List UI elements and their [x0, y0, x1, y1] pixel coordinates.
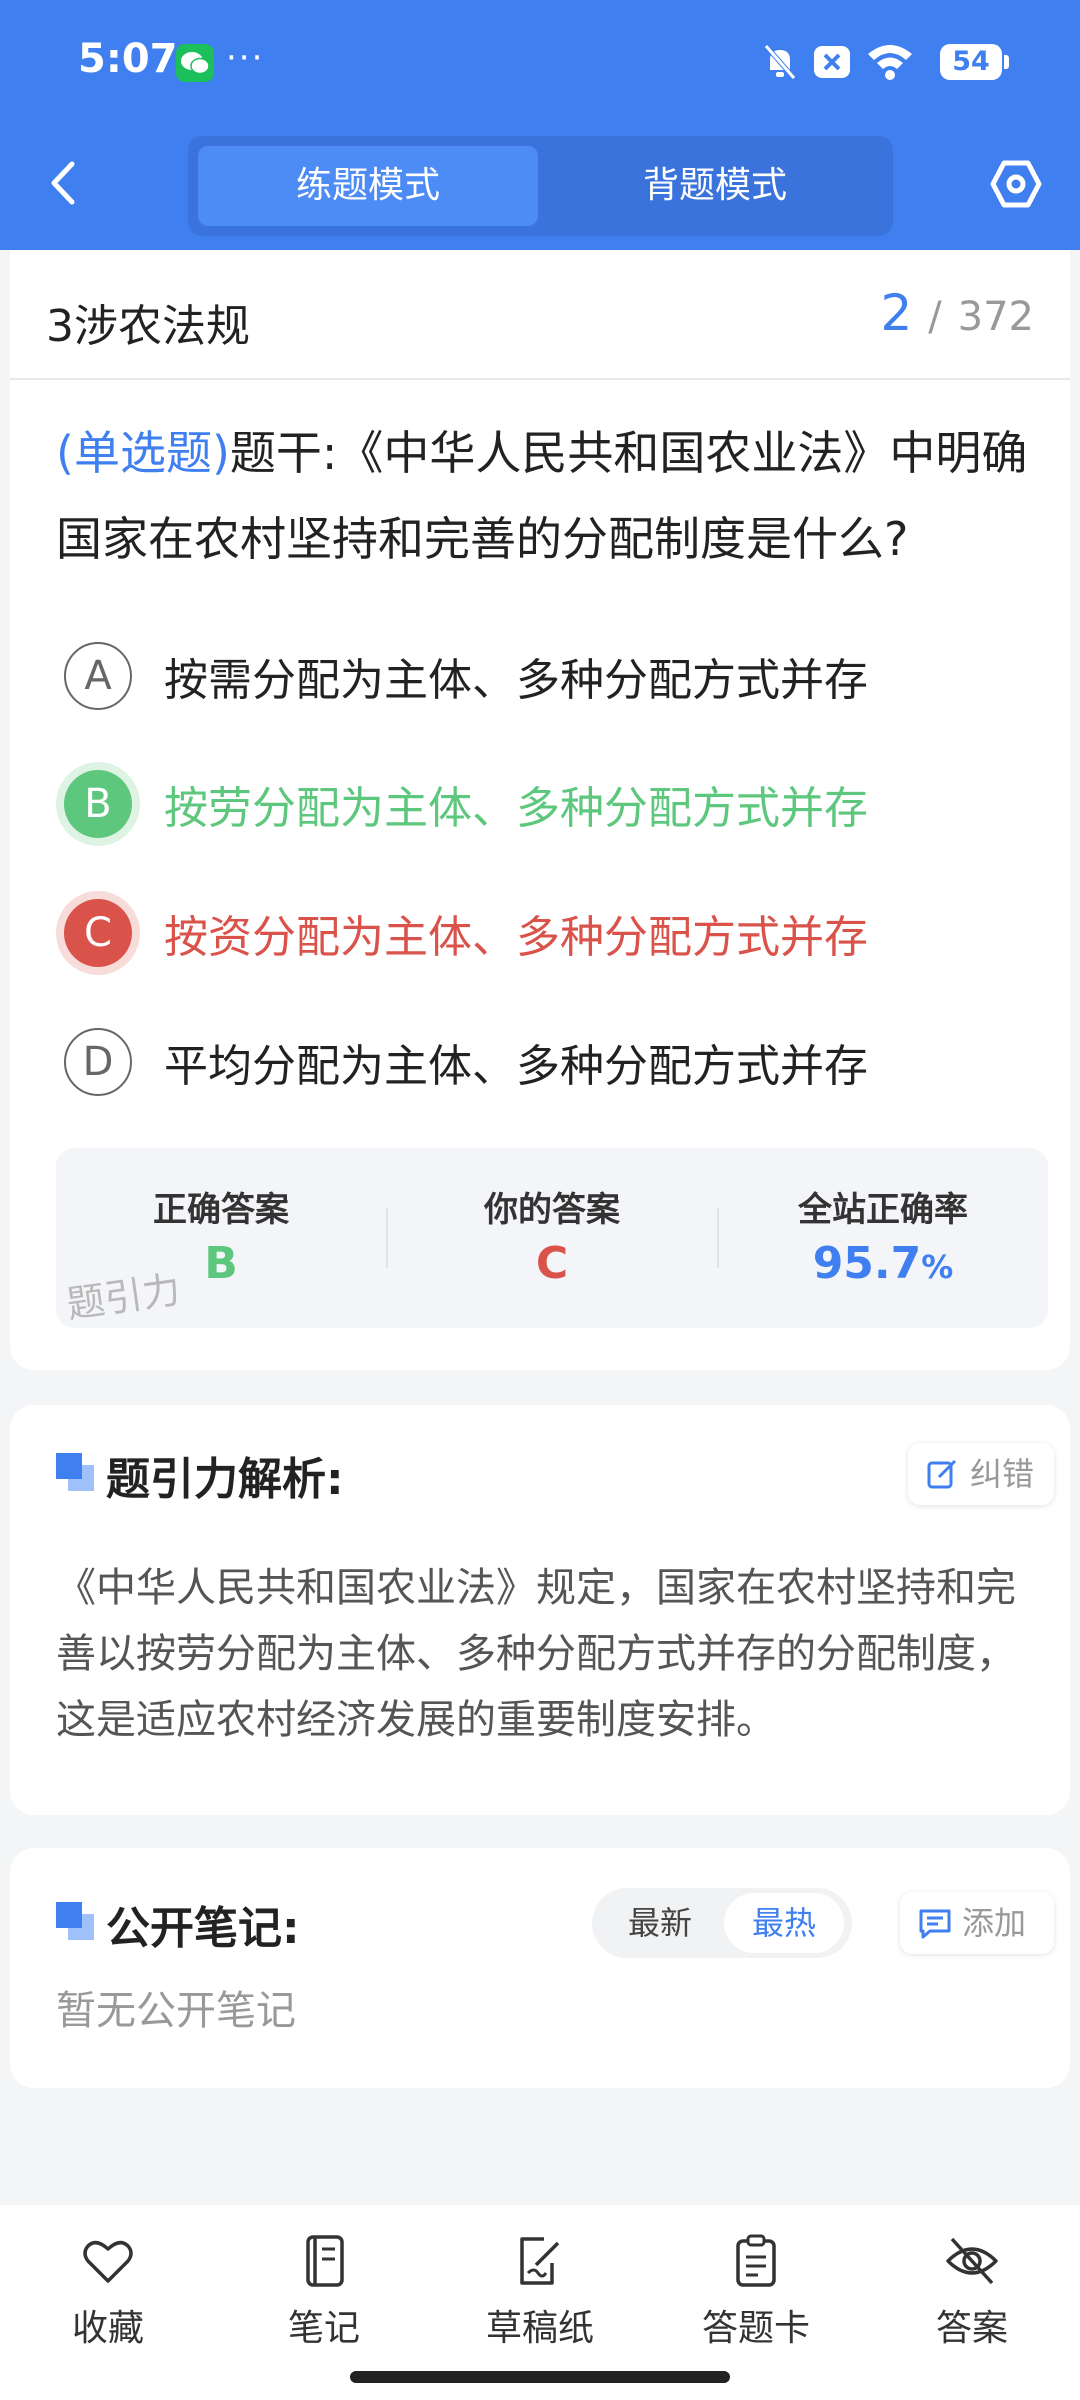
notes-label: 笔记: [287, 2308, 360, 2349]
answer-summary: 正确答案 B 你的答案 C 全站正确率 95.7% 题引力: [56, 1148, 1048, 1328]
analysis-title: 题引力解析:: [106, 1454, 344, 1505]
top-header: 5:07 ··· 54 练题模式 背题模式: [0, 0, 1080, 250]
more-notifications-icon: ···: [226, 38, 265, 78]
sort-hottest-tab[interactable]: 最热: [724, 1893, 844, 1953]
notes-title: 公开笔记:: [106, 1903, 300, 1954]
option-text: 平均分配为主体、多种分配方式并存: [164, 1041, 868, 1092]
status-bar: 5:07 ··· 54: [0, 0, 1080, 125]
add-note-label: 添加: [962, 1904, 1027, 1942]
chapter-title: 3涉农法规: [46, 301, 250, 352]
notebook-icon: [306, 2235, 344, 2287]
section-icon: [56, 1902, 94, 1940]
correct-answer-label: 正确答案: [153, 1190, 289, 1230]
add-note-button[interactable]: 添加: [900, 1892, 1054, 1954]
empty-notes-text: 暂无公开笔记: [56, 1988, 296, 2034]
question-type: (单选题): [56, 426, 230, 480]
analysis-text: 《中华人民共和国农业法》规定，国家在农村坚持和完善以按劳分配为主体、多种分配方式…: [56, 1565, 1016, 1743]
your-answer-label: 你的答案: [484, 1190, 620, 1230]
notes-card: 公开笔记: 最新 最热 添加 暂无公开笔记: [10, 1848, 1070, 2088]
total-count: 372: [957, 294, 1034, 340]
notes-button[interactable]: 笔记: [244, 2233, 404, 2353]
section-icon: [56, 1453, 94, 1491]
option-a[interactable]: A 按需分配为主体、多种分配方式并存: [56, 630, 1056, 720]
accuracy-value: 95.7%: [718, 1238, 1048, 1289]
mute-bell-icon: [760, 42, 800, 86]
tab-memorize-mode[interactable]: 背题模式: [545, 146, 885, 226]
wifi-icon: [866, 42, 914, 86]
question-stem: (单选题)题干:《中华人民共和国农业法》中明确国家在农村坚持和完善的分配制度是什…: [56, 410, 1046, 582]
show-answer-button[interactable]: 答案: [892, 2233, 1052, 2353]
notes-sort-switch: 最新 最热: [592, 1888, 852, 1958]
favorite-label: 收藏: [71, 2308, 144, 2349]
report-error-label: 纠错: [970, 1455, 1035, 1493]
your-answer-value: C: [535, 1238, 569, 1289]
settings-button[interactable]: [990, 158, 1042, 210]
draft-paper-button[interactable]: 草稿纸: [460, 2233, 620, 2353]
heart-icon: [83, 2240, 133, 2283]
accuracy-label: 全站正确率: [798, 1190, 968, 1230]
question-card: 3涉农法规 2 / 372 (单选题)题干:《中华人民共和国农业法》中明确国家在…: [10, 250, 1070, 1370]
option-text: 按劳分配为主体、多种分配方式并存: [164, 783, 868, 834]
option-letter: A: [64, 642, 132, 710]
chapter-row: 3涉农法规 2 / 372: [10, 250, 1070, 380]
clipboard-icon: [736, 2234, 776, 2287]
battery-indicator: 54: [940, 44, 1009, 80]
option-c[interactable]: C 按资分配为主体、多种分配方式并存: [56, 887, 1056, 977]
edit-icon: [927, 1459, 957, 1489]
back-button[interactable]: [44, 158, 84, 208]
home-indicator[interactable]: [350, 2371, 730, 2383]
option-d[interactable]: D 平均分配为主体、多种分配方式并存: [56, 1016, 1056, 1106]
current-index: 2: [880, 284, 913, 342]
answer-sheet-label: 答题卡: [701, 2308, 810, 2349]
option-letter: B: [64, 770, 132, 838]
answer-sheet-button[interactable]: 答题卡: [676, 2233, 836, 2353]
chevron-left-icon: [51, 161, 75, 205]
show-answer-label: 答案: [935, 2308, 1008, 2349]
draft-icon: [520, 2237, 560, 2285]
report-error-button[interactable]: 纠错: [908, 1443, 1054, 1505]
sort-newest-tab[interactable]: 最新: [600, 1893, 720, 1953]
mode-switch: 练题模式 背题模式: [188, 136, 893, 236]
wechat-icon: [176, 44, 214, 82]
option-text: 按资分配为主体、多种分配方式并存: [164, 912, 868, 963]
option-letter: C: [64, 899, 132, 967]
close-box-icon: [812, 42, 852, 86]
tab-practice-mode[interactable]: 练题模式: [198, 146, 538, 226]
your-answer-col: 你的答案 C: [387, 1148, 717, 1328]
accuracy-col: 全站正确率 95.7%: [718, 1148, 1048, 1328]
counter-separator: /: [928, 294, 942, 340]
accuracy-number: 95.7: [812, 1238, 922, 1289]
comment-icon: [919, 1909, 951, 1939]
question-counter[interactable]: 2 / 372: [881, 284, 1034, 342]
option-text: 按需分配为主体、多种分配方式并存: [164, 655, 868, 706]
status-time: 5:07: [78, 36, 178, 82]
option-b[interactable]: B 按劳分配为主体、多种分配方式并存: [56, 758, 1056, 848]
draft-paper-label: 草稿纸: [485, 2308, 594, 2349]
favorite-button[interactable]: 收藏: [28, 2233, 188, 2353]
analysis-card: 题引力解析: 纠错 《中华人民共和国农业法》规定，国家在农村坚持和完善以按劳分配…: [10, 1405, 1070, 1815]
eye-off-icon: [946, 2237, 998, 2285]
accuracy-unit: %: [921, 1248, 954, 1286]
hexagon-settings-icon: [990, 160, 1042, 208]
option-letter: D: [64, 1028, 132, 1096]
